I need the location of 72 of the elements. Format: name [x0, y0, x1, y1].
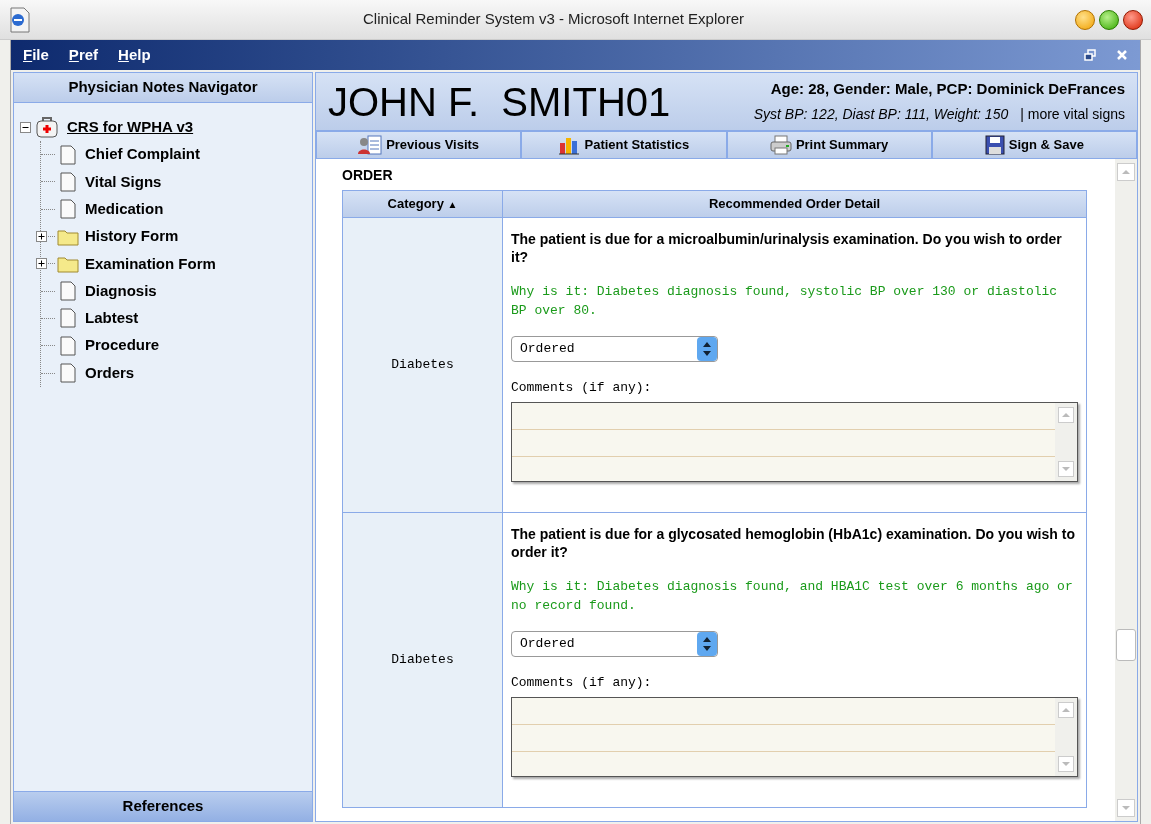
patient-summary: Age: 28, Gender: Male, PCP: Dominick DeFrances — [770, 78, 1125, 99]
section-title: ORDER — [342, 166, 394, 185]
sort-indicator: ▲ — [447, 199, 458, 211]
toolbar-button[interactable]: Patient Statistics — [521, 131, 727, 159]
tree-item[interactable]: Procedure — [85, 334, 160, 357]
order-status-dropdown[interactable]: Ordered — [511, 336, 718, 362]
menu-item[interactable]: Pref — [68, 43, 99, 67]
scroll-up-icon[interactable] — [1117, 163, 1135, 181]
tree-item[interactable]: Orders — [85, 361, 135, 385]
comments-field[interactable] — [511, 696, 1078, 777]
order-status-dropdown[interactable]: Ordered — [511, 631, 718, 657]
menu-item[interactable]: Help — [118, 43, 151, 67]
column-header[interactable]: Category ▲ — [342, 190, 503, 218]
tree-item[interactable]: Diagnosis — [85, 279, 157, 303]
tree-item[interactable]: Vital Signs — [85, 170, 162, 194]
comments-label: Comments (if any): — [511, 379, 653, 397]
order-question: The patient is due for a glycosated hemoglobin (HbA1c) examination. Do you wish to order it? — [511, 525, 1076, 561]
updown-arrows-icon — [697, 337, 717, 361]
document-icon — [59, 363, 77, 383]
document-icon — [59, 199, 77, 220]
comments-label: Comments (if any): — [511, 674, 653, 692]
tree-item[interactable]: Labtest — [85, 307, 139, 330]
comments-field[interactable] — [511, 401, 1078, 482]
references-button[interactable]: References — [14, 791, 312, 821]
tree-item[interactable]: Medication — [85, 198, 164, 221]
vital-signs-text: Syst BP: 122, Diast BP: 111, Weight: 150 — [753, 105, 1009, 125]
window-title: Clinical Reminder System v3 - Microsoft Internet Explorer — [362, 9, 745, 30]
updown-arrows-icon — [697, 632, 717, 656]
patient-name: JOHN F. SMITH01 — [328, 81, 671, 122]
scroll-down-icon[interactable] — [1058, 755, 1074, 772]
close-icon[interactable] — [1116, 49, 1128, 61]
toolbar-button[interactable]: Print Summary — [726, 131, 932, 159]
menu-item[interactable]: File — [23, 43, 49, 67]
bar-chart-icon — [558, 135, 581, 155]
scroll-up-icon[interactable] — [1058, 701, 1074, 718]
toolbar-button[interactable]: Sign & Save — [931, 131, 1137, 159]
scroll-down-icon[interactable] — [1058, 460, 1074, 477]
folder-icon — [57, 254, 79, 273]
document-icon — [59, 171, 77, 192]
table-cell: Diabetes — [342, 217, 503, 513]
tree-root-link[interactable]: CRS for WPHA v3 — [67, 115, 194, 139]
scrollbar[interactable] — [1115, 159, 1137, 821]
folder-icon — [57, 227, 79, 246]
table-cell: Diabetes — [342, 512, 503, 808]
browser-icon — [8, 6, 32, 33]
scroll-thumb[interactable] — [1116, 629, 1136, 661]
scroll-up-icon[interactable] — [1058, 406, 1074, 423]
close-button[interactable] — [1123, 9, 1143, 30]
more-vital-signs-link[interactable]: | more vital signs — [1020, 104, 1125, 126]
reason-text: Why is it: Diabetes diagnosis found, systolic BP over 130 or diastolic BP over 80. — [511, 283, 1059, 320]
minimize-button[interactable] — [1075, 9, 1095, 30]
medical-bag-icon — [35, 115, 59, 139]
column-header: Recommended Order Detail — [502, 190, 1087, 218]
expand-icon[interactable] — [36, 231, 47, 243]
panel-header: Physician Notes Navigator — [14, 73, 312, 103]
expand-icon[interactable] — [36, 258, 47, 270]
collapse-icon[interactable] — [20, 121, 31, 133]
order-question: The patient is due for a microalbumin/urinalysis examination. Do you wish to order it? — [511, 230, 1063, 266]
maximize-button[interactable] — [1099, 9, 1119, 30]
document-icon — [59, 281, 77, 302]
tree-item[interactable]: Examination Form — [85, 252, 216, 276]
toolbar-button[interactable]: Previous Visits — [316, 131, 522, 159]
reason-text: Why is it: Diabetes diagnosis found, and HBA1C test over 6 months ago or no record found. — [511, 578, 1074, 615]
document-icon — [59, 335, 77, 356]
scroll-down-icon[interactable] — [1117, 799, 1135, 817]
document-icon — [59, 144, 77, 165]
tree-item[interactable]: Chief Complaint — [85, 143, 200, 166]
tree-item[interactable]: History Form — [85, 225, 179, 248]
person-list-icon — [358, 135, 383, 155]
document-icon — [59, 308, 77, 329]
restore-icon[interactable] — [1084, 49, 1096, 61]
printer-icon — [769, 135, 792, 155]
